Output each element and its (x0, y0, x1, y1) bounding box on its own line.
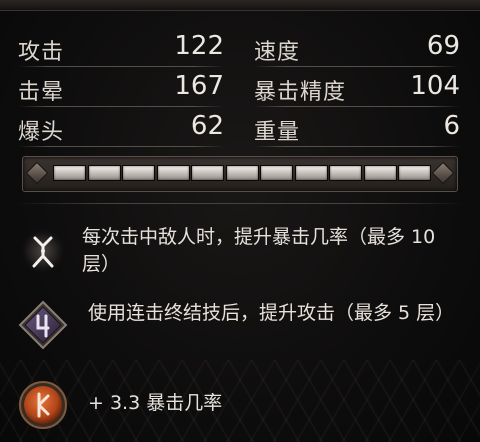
gauge-segment (122, 165, 155, 181)
stat-label: 击晕 (18, 80, 65, 105)
stat-row: 爆头 62 重量 6 (18, 110, 462, 150)
stat-underline (254, 66, 460, 67)
item-stats-panel: 攻击 122 速度 69 击晕 167 暴击精度 104 爆头 62 重量 6 … (0, 0, 480, 442)
stat-value: 69 (426, 31, 460, 61)
gauge-segment (87, 165, 121, 181)
stat-row: 攻击 122 速度 69 (18, 30, 462, 70)
stat-value: 104 (410, 71, 460, 101)
stat-attack: 攻击 122 (18, 30, 224, 70)
perk-text: 使用连击终结技后，提升攻击（最多 5 层） (88, 302, 455, 324)
divider (16, 203, 464, 204)
gauge-segments (53, 165, 431, 181)
stat-label: 暴击精度 (254, 80, 347, 105)
stat-value: 167 (174, 71, 224, 101)
perk-text: 每次击中敌人时，提升暴击几率（最多 10 层） (82, 226, 436, 275)
stats-grid: 攻击 122 速度 69 击晕 167 暴击精度 104 爆头 62 重量 6 (18, 30, 462, 150)
white-rune-icon (18, 226, 68, 276)
stat-label: 重量 (254, 120, 301, 145)
orange-circle-rune-icon (18, 380, 68, 430)
gauge-segment (294, 165, 328, 181)
gauge-cap-right (431, 161, 455, 185)
stat-value: 62 (190, 111, 224, 141)
gauge-segment (398, 165, 431, 181)
gauge-segment (191, 165, 224, 181)
stat-row: 击晕 167 暴击精度 104 (18, 70, 462, 110)
gauge-cap-left (25, 161, 49, 185)
stat-underline (18, 106, 224, 107)
gauge-segment (329, 165, 362, 181)
gauge-segment (363, 165, 397, 181)
upgrade-gauge (22, 156, 458, 192)
stat-label: 速度 (254, 40, 301, 65)
top-border (0, 0, 480, 11)
gauge-segment (156, 165, 190, 181)
stat-underline (254, 146, 460, 147)
stat-speed: 速度 69 (254, 30, 460, 70)
stat-value: 6 (443, 111, 460, 141)
stat-underline (18, 146, 224, 147)
gauge-segment (53, 165, 86, 181)
stat-label: 攻击 (18, 40, 65, 65)
gauge-segment (260, 165, 293, 181)
purple-diamond-rune-icon (18, 300, 68, 350)
gauge-segment (225, 165, 259, 181)
stat-crit-accuracy: 暴击精度 104 (254, 70, 460, 110)
stat-underline (254, 106, 460, 107)
stat-headshot: 爆头 62 (18, 110, 224, 150)
stat-stun: 击晕 167 (18, 70, 224, 110)
stat-weight: 重量 6 (254, 110, 460, 150)
stat-label: 爆头 (18, 120, 65, 145)
stat-underline (18, 66, 224, 67)
stat-value: 122 (174, 31, 224, 61)
perk-text: + 3.3 暴击几率 (88, 392, 223, 414)
